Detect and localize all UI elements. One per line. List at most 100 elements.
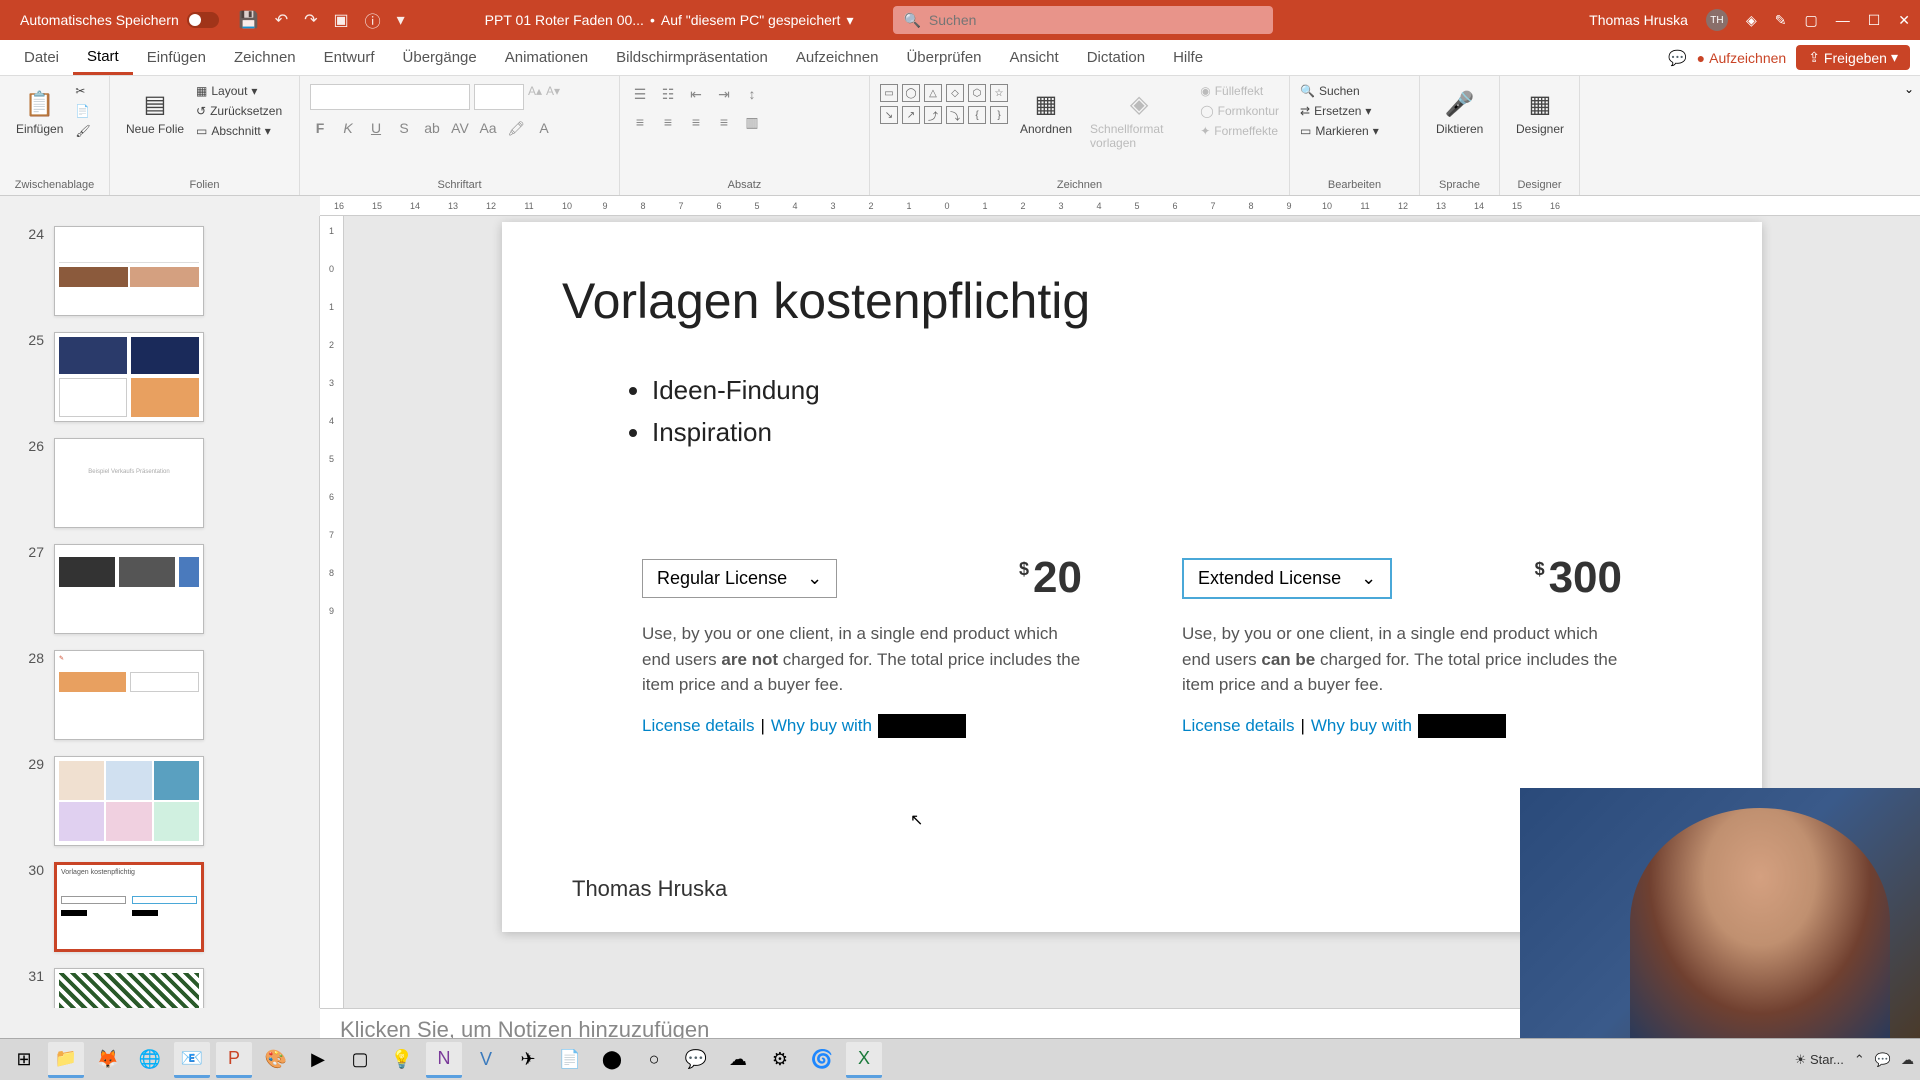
collapse-ribbon-icon[interactable]: ⌄	[1904, 82, 1914, 96]
slide-thumbnail-24[interactable]	[54, 226, 204, 316]
increase-font-icon[interactable]: A▴	[528, 84, 542, 110]
author-footer[interactable]: Thomas Hruska	[572, 876, 727, 902]
slide-thumbnail-26[interactable]: Beispiel Verkaufs Präsentation	[54, 438, 204, 528]
tab-entwurf[interactable]: Entwurf	[310, 40, 389, 75]
tab-dictation[interactable]: Dictation	[1073, 40, 1159, 75]
record-button[interactable]: ● Aufzeichnen	[1697, 50, 1787, 66]
cut-icon[interactable]: ✂	[75, 84, 90, 98]
search-box[interactable]: 🔍	[893, 6, 1273, 34]
layout-button[interactable]: ▦ Layout ▾	[196, 84, 282, 98]
chrome-icon[interactable]: 🌐	[132, 1042, 168, 1078]
onenote-icon[interactable]: N	[426, 1042, 462, 1078]
section-button[interactable]: ▭ Abschnitt ▾	[196, 124, 282, 138]
powerpoint-icon[interactable]: P	[216, 1042, 252, 1078]
paste-button[interactable]: 📋Einfügen	[10, 84, 69, 140]
quick-styles-button[interactable]: ◈Schnellformat vorlagen	[1084, 84, 1194, 154]
slide-bullets[interactable]: Ideen-Findung Inspiration	[652, 370, 1702, 453]
shape-effects-button[interactable]: ✦ Formeffekte	[1200, 124, 1279, 138]
slide-title[interactable]: Vorlagen kostenpflichtig	[562, 272, 1702, 330]
slide-thumbnail-29[interactable]	[54, 756, 204, 846]
app-icon[interactable]: ☁	[720, 1042, 756, 1078]
align-left-icon[interactable]: ≡	[630, 112, 650, 132]
settings-icon[interactable]: ⚙	[762, 1042, 798, 1078]
underline-icon[interactable]: U	[366, 118, 386, 138]
tray-chevron-icon[interactable]: ⌃	[1854, 1052, 1865, 1068]
tab-einfuegen[interactable]: Einfügen	[133, 40, 220, 75]
license-details-link[interactable]: License details	[642, 716, 754, 736]
slide-thumbnail-28[interactable]: ✎	[54, 650, 204, 740]
new-slide-button[interactable]: ▤Neue Folie	[120, 84, 190, 140]
indent-left-icon[interactable]: ⇤	[686, 84, 706, 104]
window-icon[interactable]: ▢	[1804, 12, 1817, 29]
share-button[interactable]: ⇪ Freigeben ▾	[1796, 45, 1910, 70]
tab-start[interactable]: Start	[73, 40, 133, 75]
start-button[interactable]: ⊞	[6, 1042, 42, 1078]
tab-zeichnen[interactable]: Zeichnen	[220, 40, 310, 75]
autosave-toggle[interactable]: Automatisches Speichern	[20, 12, 219, 28]
slide-thumbnail-25[interactable]	[54, 332, 204, 422]
dictate-button[interactable]: 🎤Diktieren	[1430, 84, 1489, 140]
bullets-icon[interactable]: ☰	[630, 84, 650, 104]
tab-bildschirm[interactable]: Bildschirmpräsentation	[602, 40, 782, 75]
user-name[interactable]: Thomas Hruska	[1589, 12, 1688, 28]
tab-animationen[interactable]: Animationen	[491, 40, 602, 75]
slide-thumbnail-30[interactable]: Vorlagen kostenpflichtig	[54, 862, 204, 952]
line-spacing-icon[interactable]: ↕	[742, 84, 762, 104]
obs-icon[interactable]: ⬤	[594, 1042, 630, 1078]
explorer-icon[interactable]: 📁	[48, 1042, 84, 1078]
vlc-icon[interactable]: ▶	[300, 1042, 336, 1078]
shape-fill-button[interactable]: ◉ Fülleffekt	[1200, 84, 1279, 98]
search-input[interactable]	[929, 12, 1264, 28]
minimize-button[interactable]: —	[1836, 12, 1850, 28]
undo-icon[interactable]: ↶	[275, 10, 288, 30]
why-buy-link[interactable]: Why buy with	[771, 716, 872, 736]
tab-ueberpruefen[interactable]: Überprüfen	[892, 40, 995, 75]
why-buy-link[interactable]: Why buy with	[1311, 716, 1412, 736]
arrange-button[interactable]: ▦Anordnen	[1014, 84, 1078, 140]
indent-right-icon[interactable]: ⇥	[714, 84, 734, 104]
user-avatar[interactable]: TH	[1706, 9, 1728, 31]
align-right-icon[interactable]: ≡	[686, 112, 706, 132]
tab-aufzeichnen[interactable]: Aufzeichnen	[782, 40, 893, 75]
toggle-switch-icon[interactable]	[187, 12, 219, 28]
telegram-icon[interactable]: ✈	[510, 1042, 546, 1078]
app-icon[interactable]: 🎨	[258, 1042, 294, 1078]
select-button[interactable]: ▭ Markieren ▾	[1300, 124, 1379, 138]
outlook-icon[interactable]: 📧	[174, 1042, 210, 1078]
edge-icon[interactable]: 🌀	[804, 1042, 840, 1078]
app-icon[interactable]: V	[468, 1042, 504, 1078]
numbering-icon[interactable]: ☷	[658, 84, 678, 104]
app-icon[interactable]: ○	[636, 1042, 672, 1078]
tab-ansicht[interactable]: Ansicht	[996, 40, 1073, 75]
slideshow-icon[interactable]: ▣	[334, 10, 349, 30]
font-color-icon[interactable]: A	[534, 118, 554, 138]
chevron-down-icon[interactable]: ▾	[846, 12, 853, 29]
justify-icon[interactable]: ≡	[714, 112, 734, 132]
discord-icon[interactable]: 💬	[678, 1042, 714, 1078]
shape-outline-button[interactable]: ◯ Formkontur	[1200, 104, 1279, 118]
shapes-gallery[interactable]: ▭◯△◇⬡☆ ↘↗⤴⤵{}	[880, 84, 1008, 124]
excel-icon[interactable]: X	[846, 1042, 882, 1078]
spacing-icon[interactable]: AV	[450, 118, 470, 138]
firefox-icon[interactable]: 🦊	[90, 1042, 126, 1078]
redo-icon[interactable]: ↷	[304, 10, 317, 30]
tab-datei[interactable]: Datei	[10, 40, 73, 75]
font-size-select[interactable]	[474, 84, 524, 110]
find-button[interactable]: 🔍 Suchen	[1300, 84, 1379, 98]
tab-hilfe[interactable]: Hilfe	[1159, 40, 1217, 75]
tray-icon[interactable]: 💬	[1875, 1052, 1891, 1068]
weather-widget[interactable]: ☀ Star...	[1795, 1052, 1844, 1068]
app-icon[interactable]: 💡	[384, 1042, 420, 1078]
license-details-link[interactable]: License details	[1182, 716, 1294, 736]
maximize-button[interactable]: ☐	[1868, 12, 1881, 29]
reset-button[interactable]: ↺ Zurücksetzen	[196, 104, 282, 118]
slide-thumbnails-panel[interactable]: 24 25 26Beispiel Verkaufs Präsentation 2…	[0, 216, 320, 1008]
diamond-icon[interactable]: ◈	[1746, 12, 1757, 29]
bold-icon[interactable]: F	[310, 118, 330, 138]
font-family-select[interactable]	[310, 84, 470, 110]
accessibility-icon[interactable]: ⓘ	[365, 8, 381, 32]
save-icon[interactable]: 💾	[239, 10, 259, 30]
regular-license-select[interactable]: Regular License ⌄	[642, 559, 837, 598]
shadow-icon[interactable]: ab	[422, 118, 442, 138]
highlight-icon[interactable]: 🖍	[506, 118, 526, 138]
